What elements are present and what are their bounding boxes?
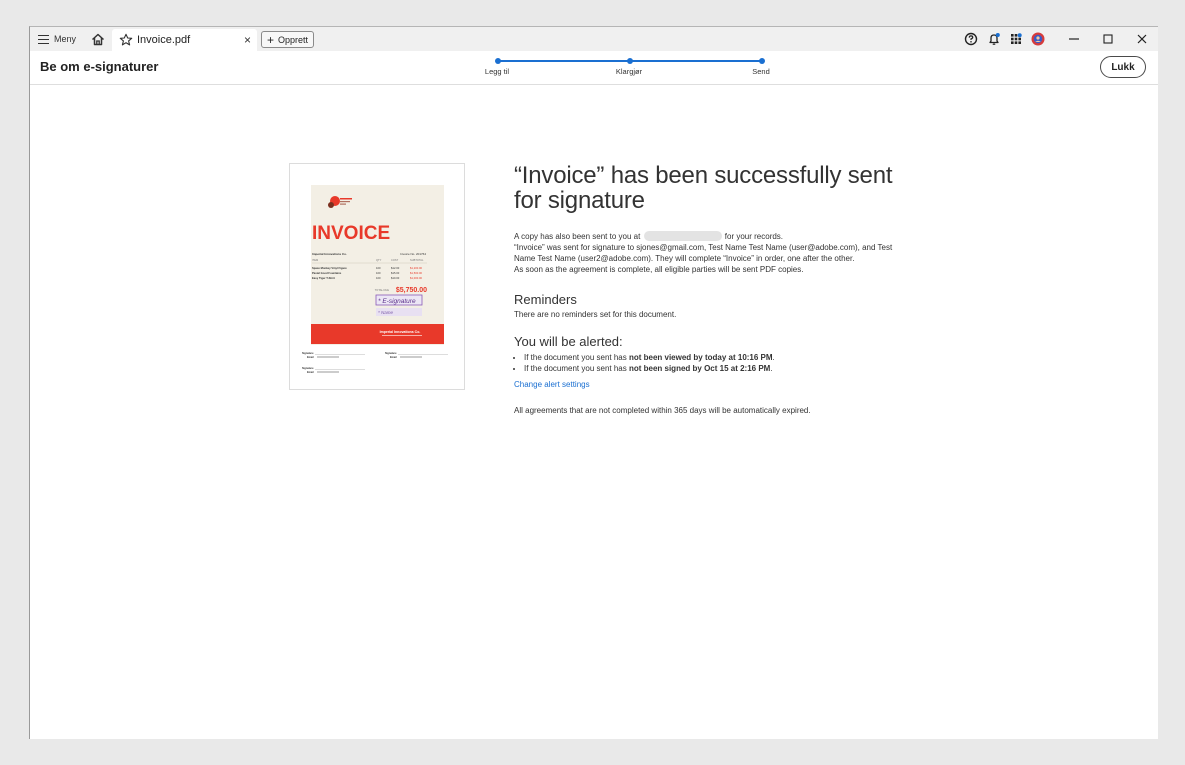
alert-condition: not been signed by Oct 15 at 2:16 PM	[628, 364, 771, 373]
total-due: $5,750.00	[396, 287, 427, 294]
total-label: TOTAL DUE	[375, 288, 389, 292]
alert-item: If the document you sent has not been vi…	[524, 352, 914, 363]
sig-label: Signature	[385, 352, 397, 355]
document-thumbnail: INVOICE Imperial Innovations Co. Invoice…	[289, 163, 465, 390]
sig-label: Signature	[302, 367, 314, 370]
maximize-icon	[1103, 34, 1113, 44]
row-subtotal: $1,200.00	[410, 266, 422, 270]
acrobat-window: Meny Invoice.pdf × + Opprett Be om e-sig…	[29, 26, 1158, 739]
change-alert-settings-link[interactable]: Change alert settings	[514, 380, 590, 389]
col-qty: QTY	[376, 258, 382, 262]
user-avatar-icon[interactable]	[1031, 32, 1045, 46]
redacted-email	[643, 231, 722, 241]
email-label: Email	[307, 371, 314, 374]
home-icon	[91, 33, 105, 45]
close-tab-icon[interactable]: ×	[244, 33, 251, 47]
alert-text: If the document you sent has	[524, 364, 629, 373]
row-cost: $15.00	[391, 271, 400, 275]
esign-header: Be om e-signaturer Legg til Klargjør Sen…	[30, 51, 1158, 85]
close-button[interactable]: Lukk	[1100, 56, 1146, 78]
success-heading: “Invoice” has been successfully sent for…	[514, 162, 893, 214]
sig-label: Signature	[302, 352, 314, 355]
step-dot	[494, 58, 501, 64]
row-item: Pastel Good Fountains	[312, 271, 342, 275]
page-title: Be om e-signaturer	[40, 59, 159, 74]
menu-button[interactable]: Meny	[38, 27, 76, 51]
tab-title: Invoice.pdf	[137, 34, 191, 46]
message-body: A copy has also been sent to you at for …	[514, 231, 914, 275]
alerts-list: If the document you sent has not been vi…	[514, 352, 914, 374]
copy-text-before: A copy has also been sent to you at	[514, 232, 641, 241]
row-item: Easy Tiger T-Shirt	[312, 276, 335, 280]
step-label: Send	[752, 67, 770, 76]
reminders-title: Reminders	[514, 292, 577, 307]
confirmation-message: “Invoice” has been successfully sent for…	[514, 163, 914, 415]
step-label: Legg til	[484, 67, 510, 76]
star-icon[interactable]	[119, 33, 133, 47]
email-label: Email	[307, 356, 314, 359]
invoice-footer-band	[311, 324, 444, 344]
maximize-button[interactable]	[1091, 27, 1125, 51]
close-window-button[interactable]	[1125, 27, 1158, 51]
menu-label: Meny	[54, 34, 77, 44]
step-dot	[626, 58, 633, 64]
home-button[interactable]	[90, 27, 106, 51]
sent-sentence: “Invoice” was sent for signature to sjon…	[514, 243, 893, 263]
col-cost: COST	[391, 258, 399, 262]
row-cost: $10.00	[391, 276, 400, 280]
invoice-number: Invoice No. 201764	[400, 252, 426, 256]
row-cost: $12.00	[391, 266, 400, 270]
minimize-icon	[1069, 38, 1079, 40]
name-field-label: * Name	[378, 310, 394, 315]
expiration-note: All agreements that are not completed wi…	[514, 406, 811, 415]
row-qty: 100	[376, 271, 381, 275]
invoice-title: INVOICE	[312, 223, 390, 244]
minimize-button[interactable]	[1057, 27, 1091, 51]
tab-invoice-pdf[interactable]: Invoice.pdf ×	[112, 29, 257, 51]
create-label: Opprett	[278, 34, 309, 45]
alerts-title: You will be alerted:	[514, 334, 623, 349]
step-label: Klargjør	[615, 67, 643, 76]
create-button[interactable]: + Opprett	[261, 31, 315, 48]
title-bar: Meny Invoice.pdf × + Opprett	[30, 27, 1158, 51]
col-item: ITEM	[312, 258, 318, 262]
alert-text: If the document you sent has	[524, 353, 629, 362]
apps-grid-icon[interactable]	[1009, 32, 1023, 46]
esignature-field-label: * E-signature	[378, 298, 416, 305]
alert-condition: not been viewed by today at 10:16 PM	[628, 353, 773, 362]
row-item: Space Monkey Vinyl Figure	[312, 266, 347, 270]
copy-sentence: A copy has also been sent to you at for …	[514, 231, 914, 242]
footer-company: Imperial Innovations Co.	[380, 330, 421, 334]
company-name: Imperial Innovations Co.	[312, 252, 347, 256]
reminders-text: There are no reminders set for this docu…	[514, 310, 677, 319]
row-subtotal: $1,500.00	[410, 271, 422, 275]
col-subtotal: SUBTOTAL	[410, 258, 424, 262]
row-subtotal: $1,000.00	[410, 276, 422, 280]
row-qty: 100	[376, 266, 381, 270]
close-icon	[1137, 34, 1147, 44]
progress-stepper: Legg til Klargjør Send	[484, 56, 776, 82]
complete-sentence: As soon as the agreement is complete, al…	[514, 265, 804, 274]
email-label: Email	[390, 356, 397, 359]
notifications-bell-icon[interactable]	[987, 32, 1001, 46]
step-dot	[758, 58, 765, 64]
hamburger-icon	[38, 34, 49, 44]
plus-icon: +	[267, 32, 275, 47]
row-qty: 100	[376, 276, 381, 280]
copy-text-after: for your records.	[724, 232, 784, 241]
alert-item: If the document you sent has not been si…	[524, 363, 914, 374]
invoice-preview: INVOICE Imperial Innovations Co. Invoice…	[302, 185, 448, 374]
help-icon[interactable]	[964, 32, 978, 46]
